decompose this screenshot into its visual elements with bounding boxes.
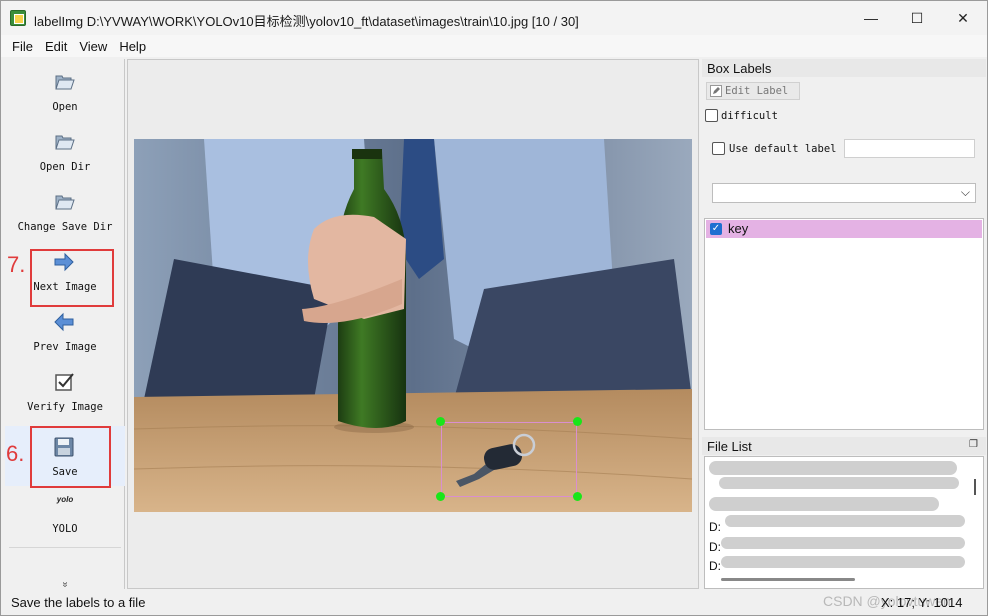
save-highlight <box>30 426 111 488</box>
file-list-scrollbar[interactable] <box>974 479 976 495</box>
status-message: Save the labels to a file <box>11 595 146 610</box>
bbox-handle-bottom-right[interactable] <box>573 492 582 501</box>
change-save-dir-label: Change Save Dir <box>17 221 113 233</box>
folder-open-icon <box>55 195 75 210</box>
title-bar: labelImg D:\YVWAY\WORK\YOLOv10目标检测\yolov… <box>1 1 987 35</box>
box-labels-title: Box Labels <box>702 59 986 77</box>
chevron-down-icon: ⌵ <box>960 185 970 199</box>
menu-file[interactable]: File <box>1 35 39 57</box>
maximize-button[interactable]: ☐ <box>894 1 940 35</box>
close-button[interactable]: ✕ <box>940 1 986 35</box>
redacted-file-entry <box>709 497 939 511</box>
bbox-handle-bottom-left[interactable] <box>436 492 445 501</box>
folder-open-icon <box>55 75 75 90</box>
yolo-format-icon: yolo <box>56 495 74 504</box>
file-list-title: File List ❐ <box>702 437 986 455</box>
left-toolbar: Open Open Dir Change Save Dir Next Image <box>5 59 125 589</box>
yolo-format-button[interactable]: yolo YOLO <box>5 487 125 547</box>
bbox-handle-top-right[interactable] <box>573 417 582 426</box>
label-item-text: key <box>728 221 749 236</box>
folder-open-icon <box>55 135 75 150</box>
toolbar-expand-icon[interactable]: » <box>59 582 70 588</box>
checkmark-icon[interactable]: ✓ <box>710 223 722 235</box>
undock-icon[interactable]: ❐ <box>969 439 978 450</box>
default-label-input[interactable] <box>844 139 975 158</box>
open-button[interactable]: Open <box>5 61 125 121</box>
change-save-dir-button[interactable]: Change Save Dir <box>5 181 125 241</box>
pencil-icon <box>710 85 722 97</box>
redacted-file-entry <box>719 477 959 489</box>
difficult-label: difficult <box>721 110 778 122</box>
file-list-item[interactable]: D: <box>709 520 721 534</box>
verify-image-label: Verify Image <box>27 401 103 413</box>
use-default-label-checkbox[interactable] <box>712 142 725 155</box>
use-default-label-text: Use default label <box>729 143 837 155</box>
edit-label-button[interactable]: Edit Label <box>706 82 800 100</box>
cursor-coordinates: X: 17; Y: 1014 <box>881 595 963 610</box>
prev-image-label: Prev Image <box>33 341 97 353</box>
right-dock: Box Labels Edit Label difficult Use defa… <box>702 59 986 589</box>
open-label: Open <box>52 101 78 113</box>
redacted-file-entry <box>709 461 957 475</box>
edit-label-text: Edit Label <box>725 85 789 97</box>
minimize-button[interactable]: — <box>848 1 894 35</box>
menu-view[interactable]: View <box>73 35 113 57</box>
image-canvas[interactable] <box>127 59 699 589</box>
file-list[interactable]: D: D: D: <box>704 456 984 589</box>
redacted-file-entry <box>725 515 965 527</box>
file-list-item[interactable]: D: <box>709 540 721 554</box>
bounding-box-key[interactable] <box>441 422 577 497</box>
label-list[interactable]: ✓ key <box>704 218 984 430</box>
label-combo-box[interactable]: ⌵ <box>712 183 976 203</box>
verify-image-button[interactable]: Verify Image <box>5 361 125 421</box>
toolbar-separator <box>9 547 121 548</box>
step-seven-annotation: 7. <box>7 252 26 277</box>
yolo-label: YOLO <box>52 523 78 535</box>
labelimg-window: labelImg D:\YVWAY\WORK\YOLOv10目标检测\yolov… <box>0 0 988 616</box>
file-list-title-text: File List <box>707 439 752 454</box>
open-dir-label: Open Dir <box>39 161 91 173</box>
labelimg-app-icon <box>10 10 26 26</box>
step-six-annotation: 6. <box>6 441 25 466</box>
difficult-checkbox[interactable] <box>705 109 718 122</box>
prev-image-button[interactable]: Prev Image <box>5 301 125 361</box>
arrow-left-icon <box>54 312 74 332</box>
window-title: labelImg D:\YVWAY\WORK\YOLOv10目标检测\yolov… <box>34 14 579 29</box>
annotation-layer <box>134 139 692 512</box>
file-list-hscrollbar[interactable] <box>721 578 855 581</box>
redacted-file-entry <box>721 537 965 549</box>
label-list-item[interactable]: ✓ key <box>706 220 982 238</box>
next-image-highlight <box>30 249 114 307</box>
menu-help[interactable]: Help <box>113 35 152 57</box>
file-list-item[interactable]: D: <box>709 559 721 573</box>
redacted-file-entry <box>721 556 965 568</box>
bbox-handle-top-left[interactable] <box>436 417 445 426</box>
menu-bar: File Edit View Help <box>1 35 987 57</box>
status-bar: Save the labels to a file CSDN @yolovtuw… <box>1 591 987 615</box>
open-dir-button[interactable]: Open Dir <box>5 121 125 181</box>
checkbox-icon <box>55 373 74 391</box>
menu-edit[interactable]: Edit <box>39 35 73 57</box>
